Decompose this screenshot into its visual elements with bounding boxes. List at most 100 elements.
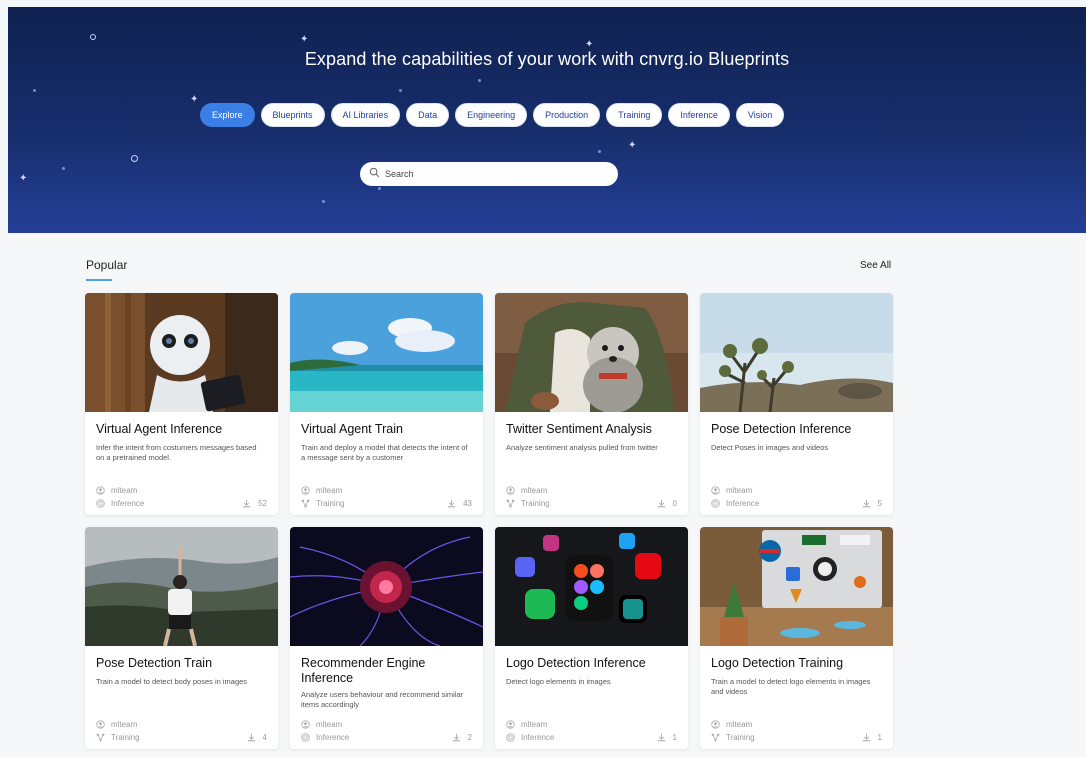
tag-training[interactable]: Training — [606, 103, 663, 127]
download-count: 5 — [877, 499, 882, 508]
card-description: Train a model to detect body poses in im… — [96, 677, 248, 686]
card-thumbnail — [495, 527, 688, 646]
search-input[interactable] — [385, 169, 605, 179]
decor-star: ✦ — [19, 173, 28, 184]
user-icon — [506, 720, 515, 729]
card-thumbnail — [700, 527, 893, 646]
tag-explore[interactable]: Explore — [200, 103, 255, 127]
hero-title: Expand the capabilities of your work wit… — [304, 49, 790, 69]
card-thumbnail — [85, 527, 278, 646]
tag-engineering[interactable]: Engineering — [455, 103, 528, 127]
decor-star — [33, 89, 36, 92]
search-icon — [369, 165, 380, 183]
target-icon — [301, 733, 310, 742]
blueprint-card[interactable]: Logo Detection Training Train a model to… — [700, 527, 893, 749]
card-downloads: 43 — [447, 499, 472, 508]
card-title: Logo Detection Training — [711, 656, 844, 670]
card-title: Pose Detection Inference — [711, 422, 852, 436]
card-downloads: 1 — [657, 733, 677, 742]
card-title: Logo Detection Inference — [506, 656, 646, 670]
blueprint-card[interactable]: Virtual Agent Train Train and deploy a m… — [290, 293, 483, 515]
user-icon — [96, 720, 105, 729]
card-meta: mlteam Training 0 — [506, 484, 677, 510]
user-icon — [96, 486, 105, 495]
download-icon — [242, 499, 251, 508]
download-count: 52 — [258, 499, 267, 508]
card-thumbnail — [495, 293, 688, 412]
decor-star — [378, 187, 381, 190]
card-meta: mlteam Training 1 — [711, 718, 882, 744]
tag-data[interactable]: Data — [406, 103, 450, 127]
blueprint-card[interactable]: Twitter Sentiment Analysis Analyze senti… — [495, 293, 688, 515]
download-count: 1 — [877, 733, 882, 742]
decor-star — [322, 200, 325, 203]
user-icon — [711, 720, 720, 729]
card-author: mlteam — [521, 486, 548, 495]
card-description: Infer the intent from costumers messages… — [96, 443, 257, 462]
decor-star — [598, 150, 601, 153]
blueprint-card[interactable]: Pose Detection Train Train a model to de… — [85, 527, 278, 749]
card-category: Inference — [111, 499, 145, 508]
download-icon — [247, 733, 256, 742]
section-title: Popular — [86, 258, 128, 272]
card-author: mlteam — [726, 486, 753, 495]
hero-banner: ✦ ✦ ✦ ✦ ✦ Expand the capabilities of you… — [8, 7, 1086, 233]
blueprint-grid: Virtual Agent Inference Infer the intent… — [85, 293, 893, 749]
card-description: Analyze sentiment analysis pulled from t… — [506, 443, 658, 452]
card-downloads: 2 — [452, 733, 472, 742]
card-author: mlteam — [726, 720, 753, 729]
card-title: Twitter Sentiment Analysis — [506, 422, 652, 436]
card-category: Training — [111, 733, 140, 742]
decor-star — [131, 155, 138, 162]
see-all-link[interactable]: See All — [860, 260, 891, 271]
tag-production[interactable]: Production — [533, 103, 601, 127]
download-count: 2 — [467, 733, 472, 742]
card-meta: mlteam Inference 1 — [506, 718, 677, 744]
tag-vision[interactable]: Vision — [735, 103, 785, 127]
download-icon — [657, 499, 666, 508]
decor-star — [399, 89, 402, 92]
blueprint-card[interactable]: Recommender Engine Inference Analyze use… — [290, 527, 483, 749]
card-author: mlteam — [521, 720, 548, 729]
card-description: Detect Poses in images and videos — [711, 443, 829, 452]
decor-star: ✦ — [190, 94, 199, 105]
card-title: Pose Detection Train — [96, 656, 213, 670]
user-icon — [301, 720, 310, 729]
user-icon — [711, 486, 720, 495]
card-thumbnail — [85, 293, 278, 412]
card-title: Virtual Agent Inference — [96, 422, 223, 436]
target-icon — [506, 733, 515, 742]
blueprint-card[interactable]: Virtual Agent Inference Infer the intent… — [85, 293, 278, 515]
tag-blueprints[interactable]: Blueprints — [260, 103, 325, 127]
blueprint-card[interactable]: Pose Detection Inference Detect Poses in… — [700, 293, 893, 515]
search-box[interactable] — [360, 162, 618, 186]
card-description: Analyze users behaviour and recommend si… — [301, 690, 464, 709]
card-meta: mlteam Training 43 — [301, 484, 472, 510]
card-author: mlteam — [316, 720, 343, 729]
card-meta: mlteam Inference 2 — [301, 718, 472, 744]
decor-star — [478, 79, 481, 82]
download-icon — [447, 499, 456, 508]
tag-inference[interactable]: Inference — [668, 103, 730, 127]
card-category: Inference — [726, 499, 760, 508]
download-icon — [862, 499, 871, 508]
blueprint-card[interactable]: Logo Detection Inference Detect logo ele… — [495, 527, 688, 749]
download-count: 1 — [672, 733, 677, 742]
download-count: 43 — [463, 499, 472, 508]
target-icon — [711, 499, 720, 508]
card-category: Training — [316, 499, 345, 508]
card-title: Virtual Agent Train — [301, 422, 403, 436]
card-category: Inference — [521, 733, 555, 742]
card-author: mlteam — [111, 720, 138, 729]
network-icon — [506, 499, 515, 508]
card-downloads: 0 — [657, 499, 677, 508]
section-underline — [86, 279, 112, 281]
card-downloads: 1 — [862, 733, 882, 742]
card-category: Training — [521, 499, 550, 508]
card-author: mlteam — [316, 486, 343, 495]
network-icon — [96, 733, 105, 742]
card-author: mlteam — [111, 486, 138, 495]
tag-ai-libraries[interactable]: AI Libraries — [330, 103, 401, 127]
target-icon — [96, 499, 105, 508]
download-icon — [452, 733, 461, 742]
